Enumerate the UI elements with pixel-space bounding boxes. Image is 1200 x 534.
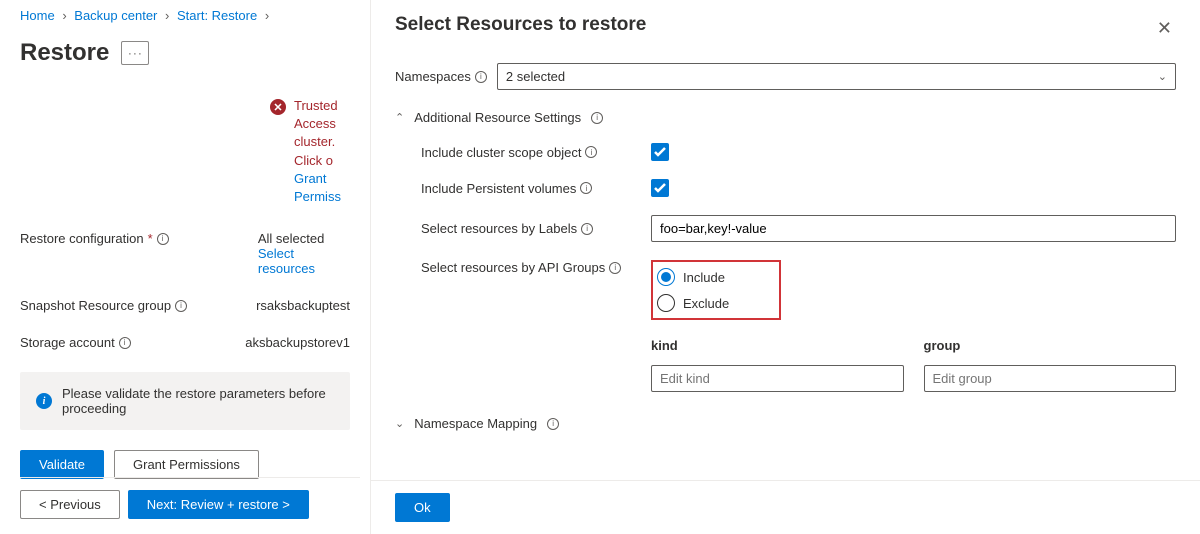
breadcrumb-start-restore[interactable]: Start: Restore xyxy=(177,8,257,23)
next-button[interactable]: Next: Review + restore > xyxy=(128,490,309,519)
info-icon[interactable]: i xyxy=(581,223,593,235)
api-groups-radio-highlight: Include Exclude xyxy=(651,260,781,320)
error-icon: ✕ xyxy=(270,99,286,115)
info-icon[interactable]: i xyxy=(175,300,187,312)
restore-config-value: All selected xyxy=(258,231,350,246)
select-resources-blade: Select Resources to restore ✕ Namespaces… xyxy=(370,0,1200,534)
namespace-mapping-header[interactable]: ⌄ Namespace Mapping i xyxy=(395,416,1176,431)
error-message: Trusted Access cluster. Click o Grant Pe… xyxy=(294,97,350,206)
radio-icon xyxy=(657,268,675,286)
breadcrumb-backup-center[interactable]: Backup center xyxy=(74,8,157,23)
group-input[interactable] xyxy=(924,365,1177,392)
select-resources-link[interactable]: Select resources xyxy=(258,246,350,276)
include-pv-checkbox[interactable] xyxy=(651,179,669,197)
info-icon[interactable]: i xyxy=(119,337,131,349)
info-icon[interactable]: i xyxy=(157,233,169,245)
info-icon[interactable]: i xyxy=(580,182,592,194)
required-marker: * xyxy=(148,231,153,246)
chevron-down-icon: ⌄ xyxy=(395,417,404,430)
kind-column-header: kind xyxy=(651,338,904,353)
group-column-header: group xyxy=(924,338,1177,353)
include-cluster-scope-checkbox[interactable] xyxy=(651,143,669,161)
exclude-radio[interactable]: Exclude xyxy=(657,294,767,312)
include-radio-label: Include xyxy=(683,270,725,285)
breadcrumb-sep: › xyxy=(165,8,169,23)
breadcrumb-home[interactable]: Home xyxy=(20,8,55,23)
exclude-radio-label: Exclude xyxy=(683,296,729,311)
labels-input[interactable] xyxy=(651,215,1176,242)
include-cluster-scope-label: Include cluster scope object xyxy=(421,145,581,160)
additional-settings-label: Additional Resource Settings xyxy=(414,110,581,125)
chevron-up-icon: ⌃ xyxy=(395,111,404,124)
breadcrumb: Home › Backup center › Start: Restore › xyxy=(20,0,350,31)
snapshot-rg-value: rsaksbackuptest xyxy=(256,298,350,313)
breadcrumb-sep: › xyxy=(265,8,269,23)
namespaces-select[interactable]: 2 selected ⌄ xyxy=(497,63,1176,90)
namespaces-label: Namespaces xyxy=(395,69,471,84)
additional-settings-header[interactable]: ⌃ Additional Resource Settings i xyxy=(395,110,1176,125)
chevron-down-icon: ⌄ xyxy=(1158,70,1167,83)
more-button[interactable]: ··· xyxy=(121,41,149,65)
kind-input[interactable] xyxy=(651,365,904,392)
namespace-mapping-label: Namespace Mapping xyxy=(414,416,537,431)
storage-account-value: aksbackupstorev1 xyxy=(245,335,350,350)
namespaces-value: 2 selected xyxy=(506,69,565,84)
info-icon[interactable]: i xyxy=(609,262,621,274)
storage-account-label: Storage account xyxy=(20,335,115,350)
breadcrumb-sep: › xyxy=(62,8,66,23)
info-banner: i Please validate the restore parameters… xyxy=(20,372,350,430)
blade-title: Select Resources to restore xyxy=(395,14,646,36)
validate-button[interactable]: Validate xyxy=(20,450,104,479)
grant-permissions-button[interactable]: Grant Permissions xyxy=(114,450,259,479)
info-icon[interactable]: i xyxy=(475,71,487,83)
ok-button[interactable]: Ok xyxy=(395,493,450,522)
radio-icon xyxy=(657,294,675,312)
info-icon: i xyxy=(36,393,52,409)
include-radio[interactable]: Include xyxy=(657,268,767,286)
snapshot-rg-label: Snapshot Resource group xyxy=(20,298,171,313)
restore-config-label: Restore configuration xyxy=(20,231,144,246)
select-by-api-label: Select resources by API Groups xyxy=(421,260,605,275)
close-icon[interactable]: ✕ xyxy=(1153,14,1176,43)
info-icon[interactable]: i xyxy=(591,112,603,124)
select-by-labels-label: Select resources by Labels xyxy=(421,221,577,236)
grant-permissions-link[interactable]: Grant Permiss xyxy=(294,170,350,206)
include-pv-label: Include Persistent volumes xyxy=(421,181,576,196)
previous-button[interactable]: < Previous xyxy=(20,490,120,519)
info-icon[interactable]: i xyxy=(547,418,559,430)
banner-text: Please validate the restore parameters b… xyxy=(62,386,334,416)
info-icon[interactable]: i xyxy=(585,146,597,158)
page-title: Restore xyxy=(20,39,109,67)
